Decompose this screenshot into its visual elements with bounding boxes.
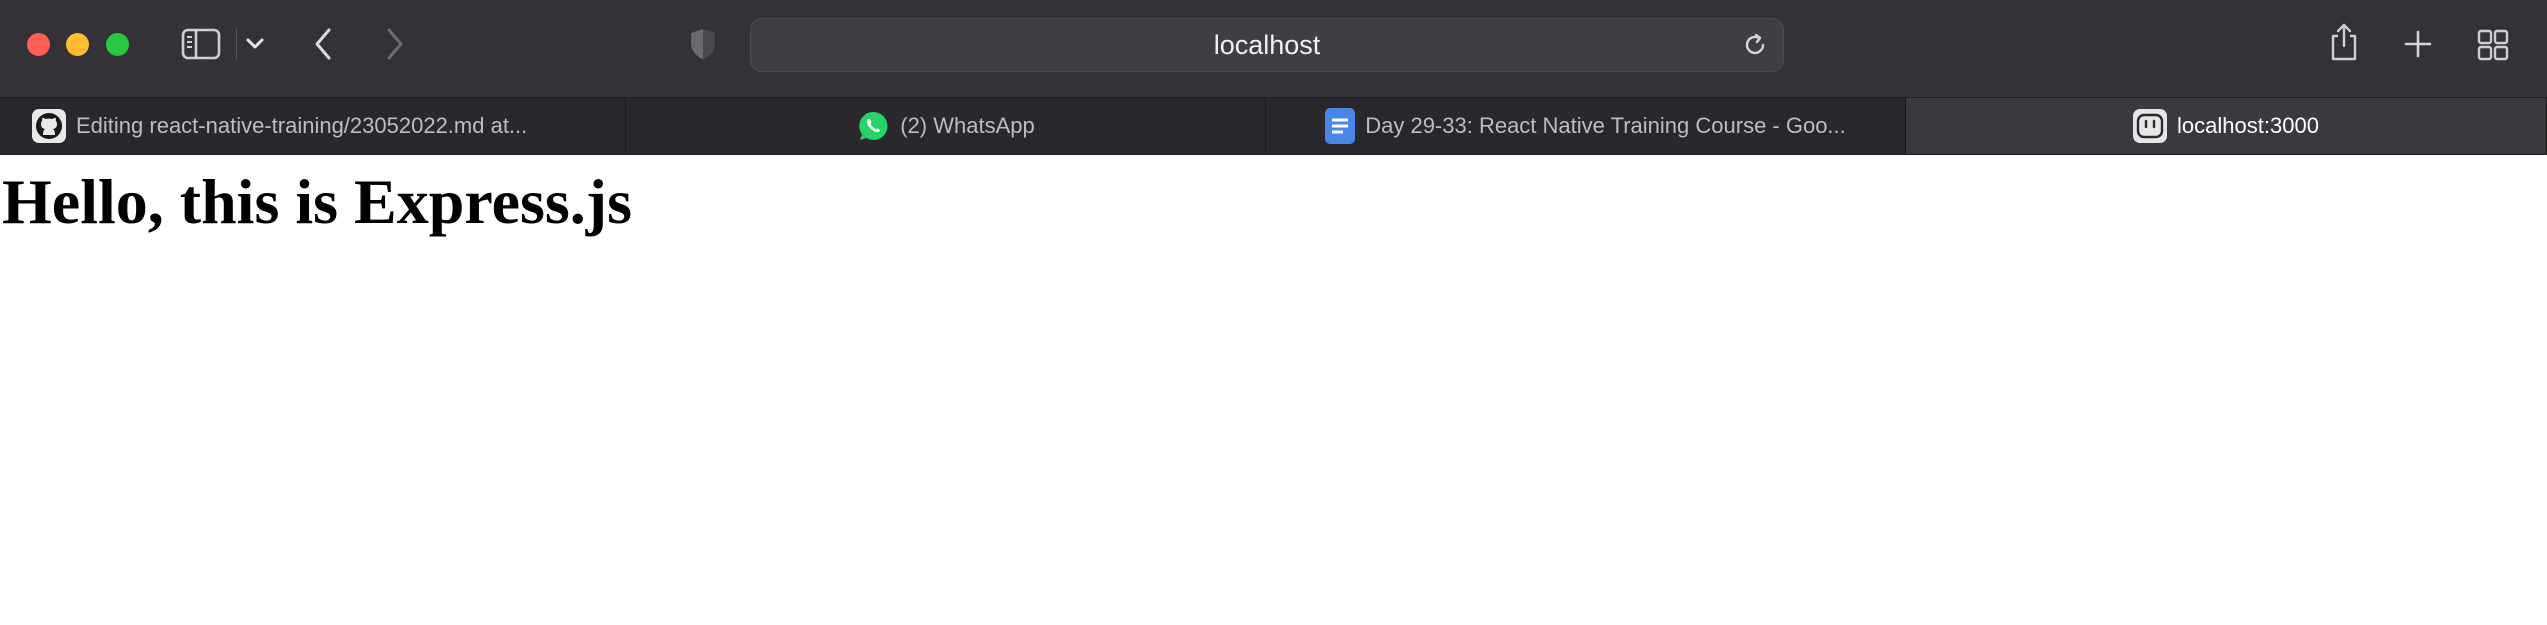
toolbar-divider [236, 28, 237, 60]
tab-label: Day 29-33: React Native Training Course … [1365, 113, 1846, 138]
address-bar[interactable]: localhost [750, 18, 1784, 72]
tab-label: localhost:3000 [2177, 113, 2319, 138]
zoom-window-button[interactable] [106, 33, 129, 56]
forward-icon[interactable] [380, 26, 410, 62]
whatsapp-icon [856, 109, 890, 143]
tab-localhost[interactable]: localhost:3000 [1906, 98, 2547, 154]
browser-toolbar: localhost [0, 0, 2547, 98]
tab-bar: Editing react-native-training/23052022.m… [0, 98, 2547, 155]
tab-github[interactable]: Editing react-native-training/23052022.m… [0, 98, 626, 154]
share-icon[interactable] [2328, 20, 2360, 64]
page-content: Hello, this is Express.js [0, 155, 2547, 625]
tab-whatsapp[interactable]: (2) WhatsApp [626, 98, 1266, 154]
google-docs-icon [1325, 108, 1356, 144]
close-window-button[interactable] [27, 33, 50, 56]
localhost-icon [2133, 109, 2168, 143]
privacy-shield-icon[interactable] [688, 26, 718, 62]
sidebar-icon[interactable] [180, 26, 222, 62]
chevron-down-icon[interactable] [244, 33, 266, 55]
github-icon [32, 109, 66, 143]
tab-google-docs[interactable]: Day 29-33: React Native Training Course … [1266, 98, 1906, 154]
browser-window: localhost Editing react-native-training/… [0, 0, 2547, 625]
page-heading: Hello, this is Express.js [2, 166, 632, 237]
back-icon[interactable] [308, 26, 338, 62]
tab-label: (2) WhatsApp [900, 113, 1035, 138]
minimize-window-button[interactable] [66, 33, 89, 56]
new-tab-icon[interactable] [2402, 28, 2434, 60]
reload-icon[interactable] [1741, 31, 1769, 59]
address-text: localhost [1213, 29, 1321, 60]
tab-label: Editing react-native-training/23052022.m… [76, 113, 528, 138]
tab-overview-icon[interactable] [2476, 28, 2510, 62]
